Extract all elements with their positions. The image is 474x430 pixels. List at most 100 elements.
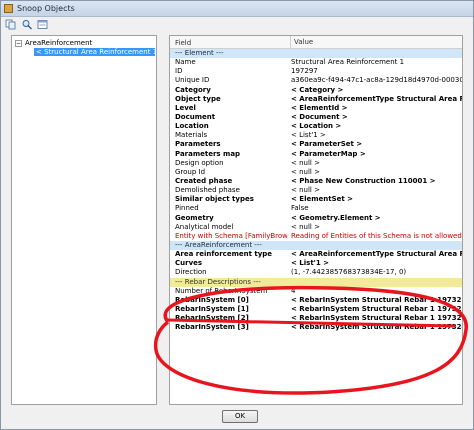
grid-row[interactable]: Object type < AreaReinforcementType Struc…	[170, 94, 462, 104]
value-cell: < null >	[291, 186, 320, 195]
value-cell: < Category >	[291, 85, 344, 94]
field-cell: ID	[175, 67, 183, 76]
value-cell: < Document >	[291, 112, 348, 121]
tree-node-child-label[interactable]: < Structural Area Reinforcement 1 197297	[34, 48, 155, 56]
grid-row[interactable]: Document < Document >	[170, 112, 462, 122]
grid-row[interactable]: Level < ElementId >	[170, 103, 462, 113]
value-cell: Reading of Entities of this Schema is no…	[291, 231, 462, 240]
field-cell: Level	[175, 103, 196, 112]
grid-row[interactable]: Area reinforcement type < AreaReinforceme…	[170, 250, 462, 259]
value-cell: < ElementId >	[291, 103, 348, 112]
field-cell: Demolished phase	[175, 186, 240, 195]
field-cell: Geometry	[175, 213, 214, 222]
grid-row[interactable]: Design option < null >	[170, 158, 462, 168]
value-cell: 4	[291, 286, 296, 295]
value-cell: a360ea9c-f494-47c1-ac8a-129d18d4970d-000…	[291, 76, 463, 85]
object-tree[interactable]: − AreaReinforcement < Structural Area Re…	[11, 35, 157, 405]
value-cell: < ElementSet >	[291, 195, 354, 204]
grid-row[interactable]: RebarInSystem [0] < RebarInSystem Structu…	[170, 295, 463, 305]
field-cell: Analytical model	[175, 222, 234, 231]
grid-row[interactable]: Category < Category >	[170, 85, 462, 95]
section-label: --- Element ---	[175, 49, 224, 57]
grid-row[interactable]: ID 197297	[170, 67, 462, 76]
inspect-icon[interactable]	[37, 19, 49, 30]
value-cell: < ParameterSet >	[291, 140, 363, 149]
value-cell: < Geometry.Element >	[291, 213, 381, 222]
grid-row[interactable]: Parameters map < ParameterMap >	[170, 149, 462, 159]
section-label: --- Rebar Descriptions ---	[175, 277, 261, 286]
grid-row[interactable]: Parameters < ParameterSet >	[170, 140, 462, 149]
value-cell: False	[291, 204, 309, 213]
grid-row[interactable]: Demolished phase < null >	[170, 186, 462, 195]
value-cell: < null >	[291, 158, 320, 167]
grid-row[interactable]: RebarInSystem [3] < RebarInSystem Structu…	[170, 323, 463, 332]
field-cell: Design option	[175, 158, 224, 167]
value-cell: < Phase New Construction 110001 >	[291, 176, 436, 185]
grid-row[interactable]: Name Structural Area Reinforcement 1	[170, 58, 462, 67]
grid-row[interactable]: Direction (1, -7.442385768373834E-17, 0)	[170, 268, 462, 277]
value-cell: < List'1 >	[291, 131, 326, 140]
grid-row[interactable]: Geometry < Geometry.Element >	[170, 213, 462, 223]
search-icon[interactable]	[21, 19, 33, 30]
field-cell: Materials	[175, 131, 208, 140]
value-cell: < ParameterMap >	[291, 149, 366, 158]
grid-row[interactable]: Unique ID a360ea9c-f494-47c1-ac8a-129d18d…	[170, 76, 463, 85]
grid-row[interactable]: Curves < List'1 >	[170, 259, 462, 268]
grid-row[interactable]: Pinned False	[170, 204, 462, 213]
field-cell: RebarInSystem [1]	[175, 304, 249, 313]
ok-button[interactable]: OK	[222, 410, 258, 423]
grid-header: Field Value	[170, 36, 462, 49]
value-cell: Structural Area Reinforcement 1	[291, 58, 405, 67]
field-cell: RebarInSystem [0]	[175, 295, 249, 304]
column-header-value[interactable]: Value	[290, 36, 313, 49]
grid-row[interactable]: Group Id < null >	[170, 167, 462, 177]
column-header-field[interactable]: Field	[175, 39, 191, 47]
field-cell: Parameters map	[175, 149, 241, 158]
grid-row[interactable]: Analytical model < null >	[170, 222, 462, 232]
copy-icon[interactable]	[5, 19, 17, 30]
grid-row[interactable]: Number of RebarInSystem 4	[170, 286, 462, 296]
field-cell: Direction	[175, 268, 207, 277]
grid-section-row[interactable]: --- Rebar Descriptions ---	[170, 277, 462, 287]
value-cell: < null >	[291, 222, 320, 231]
value-cell: 197297	[291, 67, 318, 76]
title-bar: Snoop Objects	[1, 1, 473, 17]
field-cell: Category	[175, 85, 211, 94]
grid-row[interactable]: Location < Location >	[170, 122, 462, 131]
grid-section-row[interactable]: --- AreaReinforcement ---	[170, 240, 462, 251]
value-cell: < RebarInSystem Structural Rebar 1 19732…	[291, 304, 463, 313]
field-cell: Document	[175, 112, 216, 121]
value-cell: < AreaReinforcementType Structural Area …	[291, 250, 462, 259]
tree-collapse-toggle[interactable]: −	[15, 40, 22, 47]
tree-node-root[interactable]: − AreaReinforcement	[12, 39, 156, 48]
value-cell: < RebarInSystem Structural Rebar 1 19732…	[291, 295, 463, 304]
grid-row[interactable]: RebarInSystem [1] < RebarInSystem Structu…	[170, 304, 463, 314]
value-cell: < RebarInSystem Structural Rebar 1 19732…	[291, 323, 463, 332]
grid-row[interactable]: Entity with Schema [FamilyBrowserStat...…	[170, 231, 462, 241]
field-cell: Object type	[175, 94, 221, 103]
window-title: Snoop Objects	[17, 4, 75, 13]
value-cell: (1, -7.442385768373834E-17, 0)	[291, 268, 407, 277]
property-grid[interactable]: Field Value --- Element --- Name Structura…	[169, 35, 463, 405]
grid-row[interactable]: Created phase < Phase New Construction 11…	[170, 176, 462, 186]
field-cell: Similar object types	[175, 195, 254, 204]
grid-row[interactable]: RebarInSystem [2] < RebarInSystem Structu…	[170, 314, 463, 323]
field-cell: Area reinforcement type	[175, 250, 273, 259]
value-cell: < AreaReinforcementType Structural Area …	[291, 94, 462, 103]
grid-row[interactable]: Similar object types < ElementSet >	[170, 195, 462, 204]
field-cell: Name	[175, 58, 196, 67]
field-cell: Pinned	[175, 204, 199, 213]
app-icon	[4, 4, 13, 13]
tree-node-child[interactable]: < Structural Area Reinforcement 1 197297	[12, 48, 156, 57]
value-cell: < null >	[291, 167, 320, 176]
value-cell: < RebarInSystem Structural Rebar 1 19732…	[291, 314, 463, 323]
grid-row[interactable]: Materials < List'1 >	[170, 131, 462, 140]
grid-section-row[interactable]: --- Element ---	[170, 49, 462, 59]
section-label: --- AreaReinforcement ---	[175, 240, 262, 249]
tree-node-root-label[interactable]: AreaReinforcement	[25, 39, 92, 47]
field-cell: RebarInSystem [2]	[175, 314, 249, 323]
value-cell: < Location >	[291, 122, 342, 131]
field-cell: Number of RebarInSystem	[175, 286, 268, 295]
field-cell: Created phase	[175, 176, 233, 185]
field-cell: Location	[175, 122, 209, 131]
